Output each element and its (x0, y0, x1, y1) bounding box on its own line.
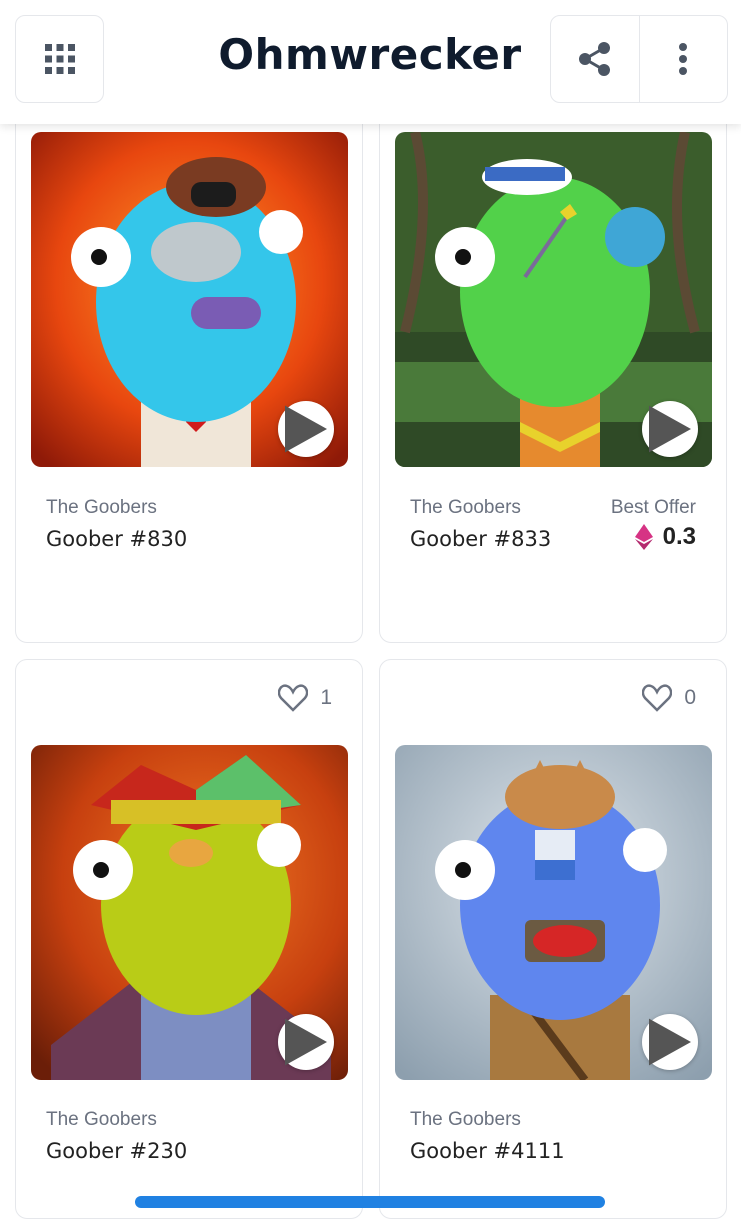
nft-card[interactable]: 0 The Goobers Goober #4111 (379, 659, 727, 1219)
bottom-action-bar[interactable] (135, 1196, 605, 1208)
grid-view-button[interactable] (15, 15, 104, 103)
nft-image[interactable] (395, 745, 712, 1080)
top-bar: Ohmwrecker (0, 0, 741, 124)
play-icon (285, 1018, 327, 1066)
nft-name[interactable]: Goober #230 (46, 1139, 187, 1163)
heart-icon (642, 684, 673, 712)
play-button[interactable] (642, 401, 698, 457)
share-button[interactable] (551, 16, 639, 102)
nft-name[interactable]: Goober #833 (410, 527, 551, 551)
nft-image[interactable] (395, 132, 712, 467)
collection-name[interactable]: The Goobers (46, 497, 157, 519)
collection-name[interactable]: The Goobers (46, 1109, 157, 1131)
play-icon (649, 1018, 691, 1066)
play-button[interactable] (278, 1014, 334, 1070)
nft-grid: The Goobers Goober #830 The Goobers Goob… (0, 0, 741, 1219)
nft-card[interactable]: The Goobers Goober #833 Best Offer 0.3 (379, 110, 727, 643)
best-offer-label: Best Offer (610, 497, 696, 518)
nft-name[interactable]: Goober #830 (46, 527, 187, 551)
like-count: 0 (684, 686, 696, 709)
play-icon (649, 405, 691, 453)
grid-icon (44, 44, 75, 74)
heart-icon (278, 684, 309, 712)
nft-name[interactable]: Goober #4111 (410, 1139, 565, 1163)
collection-name[interactable]: The Goobers (410, 497, 521, 519)
nft-card[interactable]: The Goobers Goober #830 (15, 110, 363, 643)
eth-icon (634, 524, 653, 550)
best-offer-price: 0.3 (634, 523, 696, 551)
share-icon (578, 42, 610, 76)
nft-card[interactable]: 1 The Goobers Goober #230 (15, 659, 363, 1219)
nft-image[interactable] (31, 745, 348, 1080)
more-options-button[interactable] (638, 16, 728, 102)
header-actions (550, 15, 728, 103)
play-icon (285, 405, 327, 453)
like-count: 1 (320, 686, 332, 709)
page-title: Ohmwrecker (218, 30, 522, 79)
like-button[interactable]: 0 (642, 684, 696, 712)
like-button[interactable]: 1 (278, 684, 332, 712)
price-value: 0.3 (662, 523, 696, 550)
play-button[interactable] (642, 1014, 698, 1070)
play-button[interactable] (278, 401, 334, 457)
more-vertical-icon (679, 43, 688, 75)
nft-image[interactable] (31, 132, 348, 467)
collection-name[interactable]: The Goobers (410, 1109, 521, 1131)
